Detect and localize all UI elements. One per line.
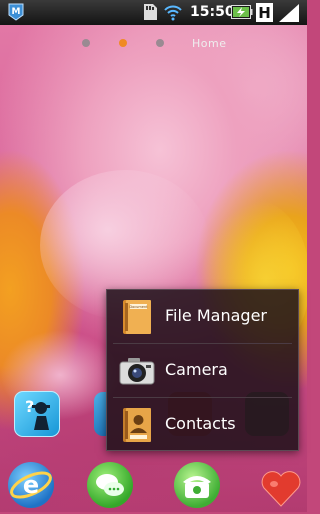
file-manager-icon: Document [123,300,151,334]
contacts-icon [123,408,151,442]
battery-charging-icon [231,5,253,19]
favorites-heart-icon[interactable] [258,464,304,510]
page-dot-3 [156,39,164,47]
page-dot-2-active [119,39,127,47]
svg-text:Document: Document [129,305,148,309]
menu-item-file-manager[interactable]: Document File Manager [107,290,298,343]
svg-text:M: M [12,7,21,17]
m-app-icon: M [8,3,24,21]
phone-icon[interactable] [174,462,220,508]
svg-text:H: H [258,4,271,22]
status-bar: M 15:50 H [0,0,307,25]
help-app-icon[interactable]: ? [14,391,60,437]
menu-item-label: Contacts [165,414,236,433]
camera-icon [119,358,155,385]
svg-text:e: e [23,471,39,499]
page-dot-1 [82,39,90,47]
menu-item-camera[interactable]: Camera [107,344,298,397]
menu-item-contacts[interactable]: Contacts [107,398,298,451]
menu-item-label: Camera [165,360,228,379]
browser-icon[interactable]: e [8,462,54,508]
popup-menu: Document File Manager Camera Contacts [106,289,299,451]
signal-icon [279,4,299,22]
menu-item-label: File Manager [165,306,267,325]
wifi-icon [164,5,182,21]
home-label: Home [192,37,227,50]
h-network-icon: H [256,3,273,22]
clock: 15:50 [190,4,235,20]
messaging-icon[interactable] [87,462,133,508]
sd-card-icon [144,4,157,20]
